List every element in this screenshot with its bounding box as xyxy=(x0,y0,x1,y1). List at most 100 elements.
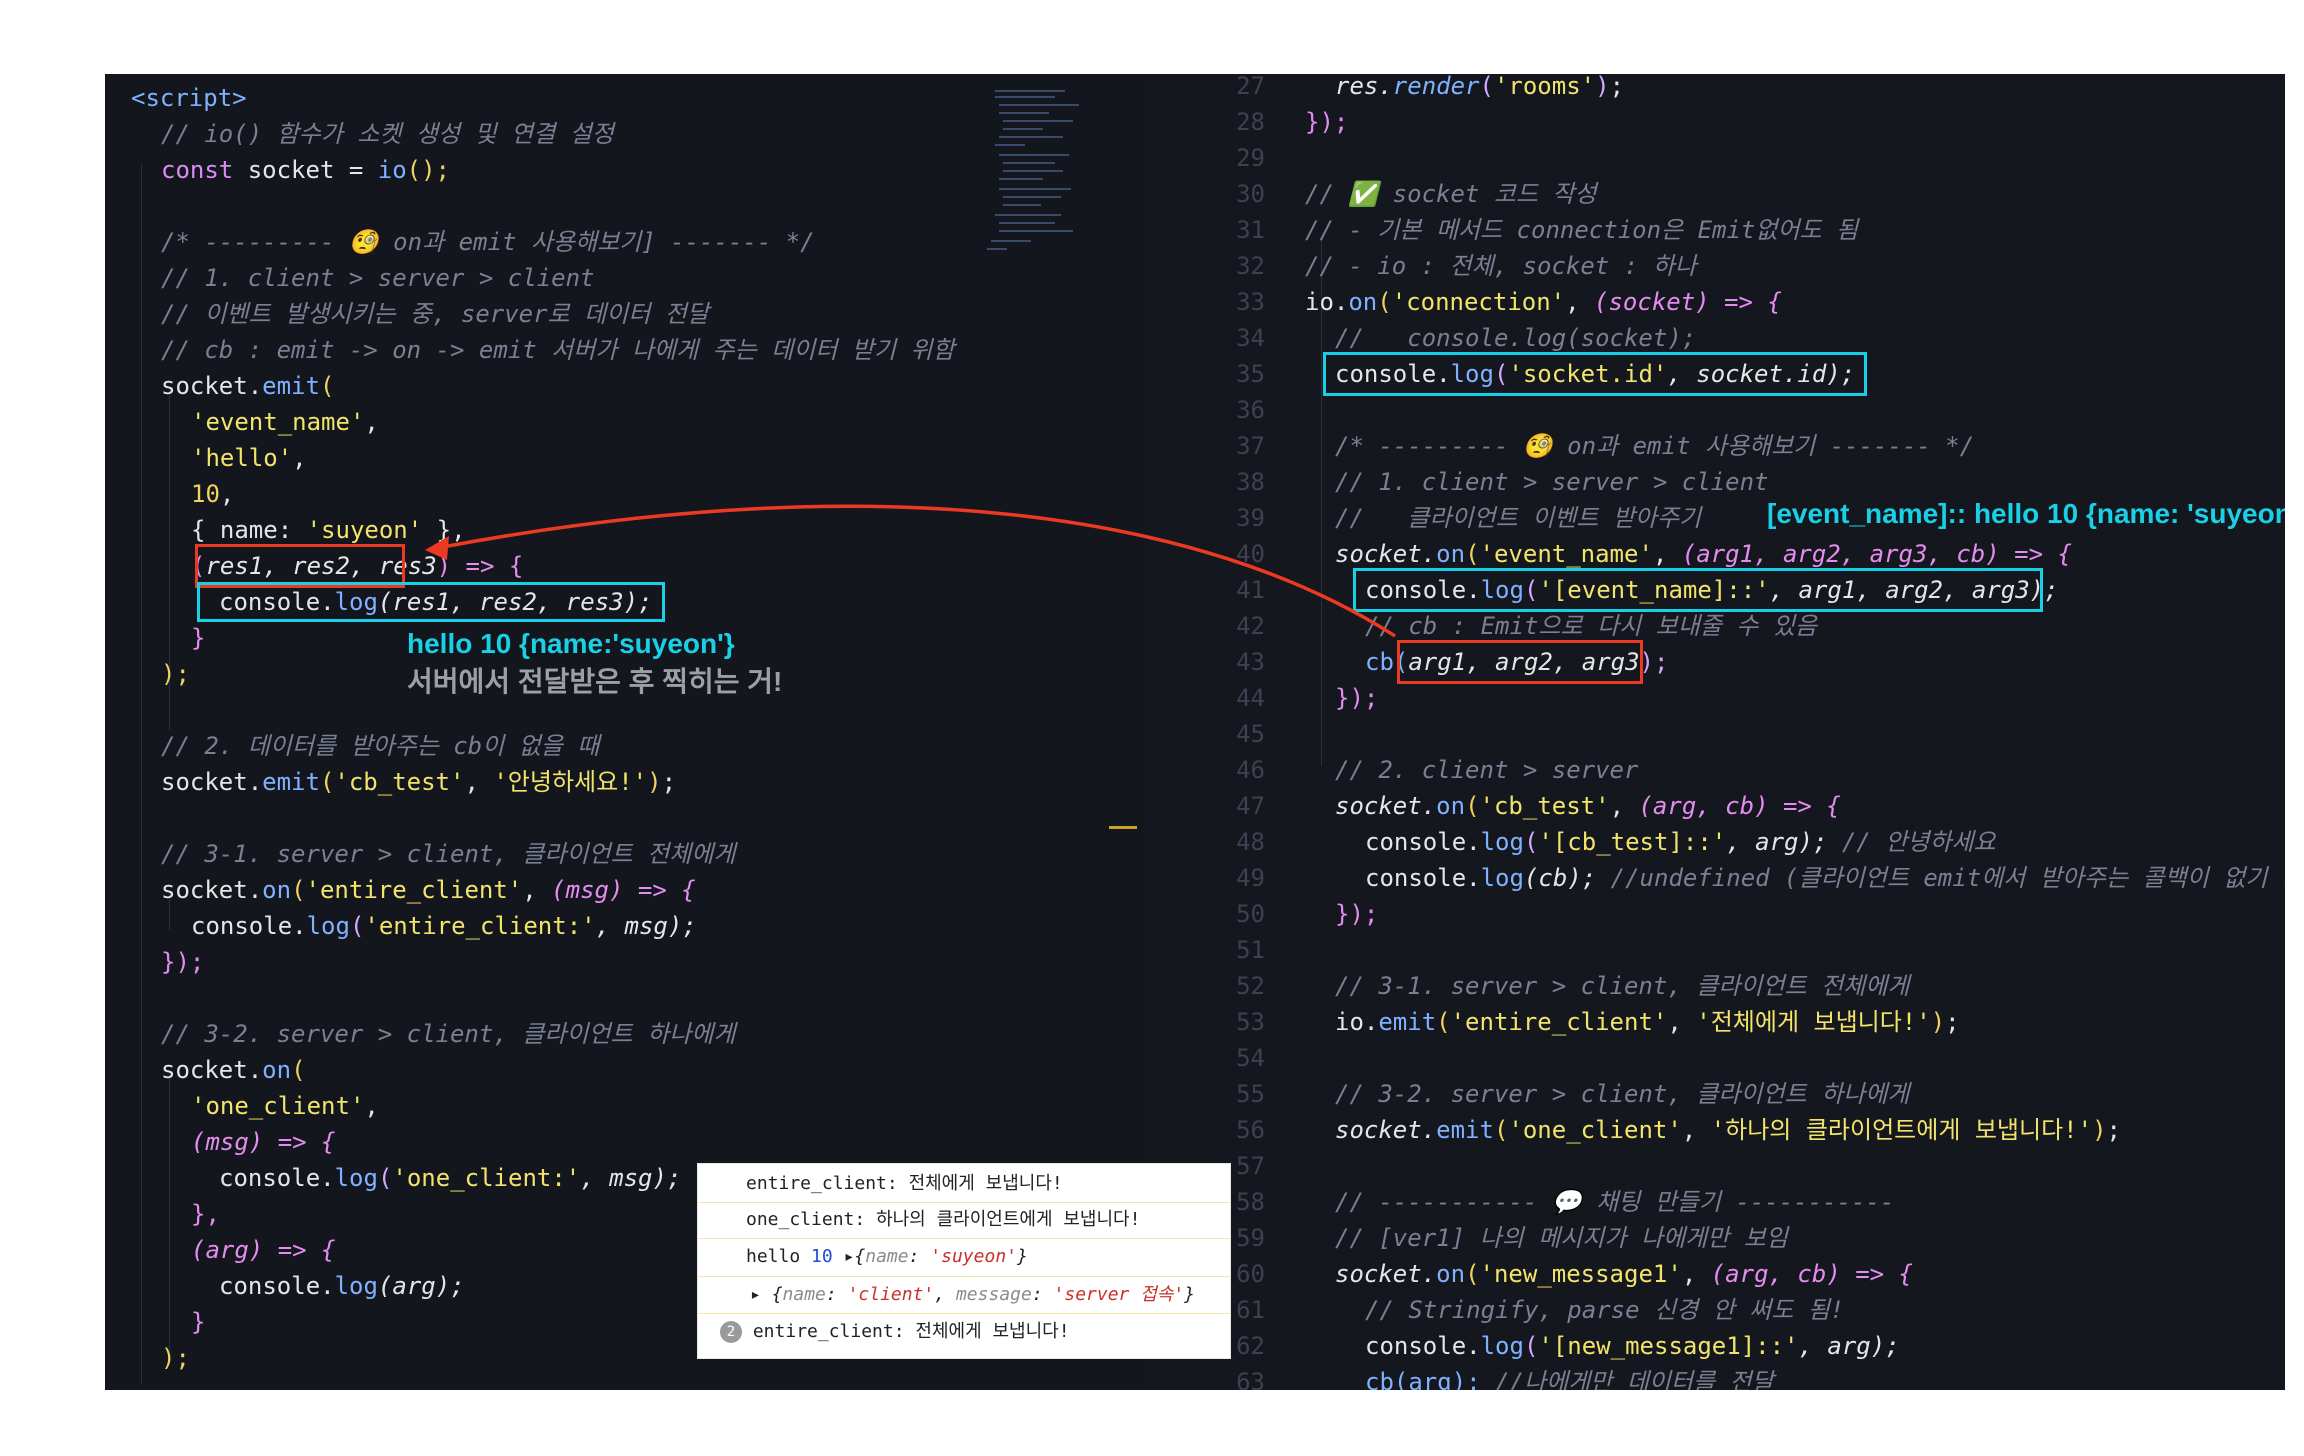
code-line: socket.emit('one_client', '하나의 클라이언트에게 보… xyxy=(1335,1116,2121,1144)
line-number: 49 xyxy=(1236,864,1265,892)
line-number: 63 xyxy=(1236,1368,1265,1390)
line-number: 39 xyxy=(1236,504,1265,532)
code-comment: // 2. client > server xyxy=(1335,756,1639,784)
code-line: }); xyxy=(1305,108,1349,136)
line-number: 41 xyxy=(1236,576,1265,604)
line-number: 31 xyxy=(1236,216,1265,244)
code-comment: // cb : Emit으로 다시 보내줄 수 있음 xyxy=(1365,612,1817,640)
code-line: }); xyxy=(1335,684,1379,712)
event-name-log-highlight xyxy=(1353,568,2043,612)
code-comment: // 2. 데이터를 받아주는 cb이 없을 때 xyxy=(161,732,600,760)
code-line: io.on('connection', (socket) => { xyxy=(1305,288,1782,316)
code-line: socket.on( xyxy=(161,1056,306,1084)
line-number: 54 xyxy=(1236,1044,1265,1072)
code-comment: // 3-2. server > client, 클라이언트 하나에게 xyxy=(1335,1080,1910,1108)
code-comment: // cb : emit -> on -> emit 서버가 나에게 주는 데이… xyxy=(161,336,955,364)
line-number: 40 xyxy=(1236,540,1265,568)
code-line: console.log('one_client:', msg); xyxy=(219,1164,682,1192)
code-comment: // console.log(socket); xyxy=(1335,324,1697,352)
line-number: 33 xyxy=(1236,288,1265,316)
line-number: 46 xyxy=(1236,756,1265,784)
line-number: 48 xyxy=(1236,828,1265,856)
code-line: console.log(cb); //undefined (클라이언트 emit… xyxy=(1365,864,2285,892)
code-line: 10, xyxy=(191,480,235,508)
left-note-annotation: 서버에서 전달받은 후 찍히는 거! xyxy=(407,666,783,697)
console-row: one_client: 하나의 클라이언트에게 보냅니다! xyxy=(746,1209,1141,1230)
code-line: socket.on('entire_client', (msg) => { xyxy=(161,876,696,904)
expand-triangle-icon[interactable]: ▸ xyxy=(750,1284,761,1305)
code-comment: // - io : 전체, socket : 하나 xyxy=(1305,252,1697,280)
code-comment: // 3-1. server > client, 클라이언트 전체에게 xyxy=(161,840,736,868)
code-line: 'hello', xyxy=(191,444,307,472)
code-line: io.emit('entire_client', '전체에게 보냅니다!'); xyxy=(1335,1008,1960,1036)
code-comment: // 1. client > server > client xyxy=(1335,468,1769,496)
code-line: cb(arg); //나에게만 데이터를 전달 xyxy=(1365,1368,1774,1390)
line-number: 52 xyxy=(1236,972,1265,1000)
line-number: 28 xyxy=(1236,108,1265,136)
right-output-annotation: [event_name]:: hello 10 {name: 'suyeon'} xyxy=(1767,498,2285,529)
code-comment: // ----------- 💬 채팅 만들기 ----------- xyxy=(1335,1188,1895,1216)
code-line: socket.emit( xyxy=(161,372,335,400)
code-comment: // 3-2. server > client, 클라이언트 하나에게 xyxy=(161,1020,736,1048)
console-log-highlight xyxy=(197,582,665,622)
line-number: 44 xyxy=(1236,684,1265,712)
console-row[interactable]: ▸ {name: 'client', message: 'server 접속'} xyxy=(750,1277,1282,1313)
code-line: res.render('rooms'); xyxy=(1335,74,1625,100)
line-number: 27 xyxy=(1236,74,1265,100)
console-row: 2 entire_client: 전체에게 보냅니다! xyxy=(720,1314,1252,1350)
console-row: hello 10 ▸{name: 'suyeon'} xyxy=(746,1246,1028,1267)
line-number: 38 xyxy=(1236,468,1265,496)
line-number: 53 xyxy=(1236,1008,1265,1036)
code-comment: // - 기본 메서드 connection은 Emit없어도 됨 xyxy=(1305,216,1859,244)
minimap[interactable] xyxy=(985,84,1095,264)
code-line: } xyxy=(191,624,206,652)
code-comment: /* --------- 🧐 on과 emit 사용해보기] ------- *… xyxy=(161,228,815,256)
line-number: 55 xyxy=(1236,1080,1265,1108)
code-line: (msg) => { xyxy=(191,1128,336,1156)
code-line: ); xyxy=(161,660,190,688)
socket-id-log-highlight xyxy=(1323,352,1867,396)
line-number: 29 xyxy=(1236,144,1265,172)
line-number: 37 xyxy=(1236,432,1265,460)
line-number: 36 xyxy=(1236,396,1265,424)
code-comment: // 3-1. server > client, 클라이언트 전체에게 xyxy=(1335,972,1910,1000)
code-line: console.log('entire_client:', msg); xyxy=(191,912,697,940)
repeat-count-badge: 2 xyxy=(720,1321,742,1343)
code-line: }); xyxy=(161,948,205,976)
console-row: entire_client: 전체에게 보냅니다! xyxy=(746,1173,1063,1194)
code-line: (arg) => { xyxy=(191,1236,336,1264)
code-comment: // 1. client > server > client xyxy=(161,264,595,292)
line-number: 47 xyxy=(1236,792,1265,820)
code-line: ); xyxy=(161,1344,190,1372)
line-number: 42 xyxy=(1236,612,1265,640)
line-number: 50 xyxy=(1236,900,1265,928)
code-line: } xyxy=(191,1308,206,1336)
code-line: socket.on('new_message1', (arg, cb) => { xyxy=(1335,1260,1914,1288)
code-line: 'event_name', xyxy=(191,408,379,436)
code-comment: // io() 함수가 소켓 생성 및 연결 설정 xyxy=(161,120,614,148)
expand-triangle-icon[interactable]: ▸ xyxy=(844,1246,855,1267)
code-line: socket.on('cb_test', (arg, cb) => { xyxy=(1335,792,1841,820)
line-number: 35 xyxy=(1236,360,1265,388)
code-comment: // ✅ socket 코드 작성 xyxy=(1305,180,1597,208)
code-line: console.log(arg); xyxy=(219,1272,465,1300)
script-tag: <script> xyxy=(131,84,247,112)
code-comment: // 클라이언트 이벤트 받아주기 xyxy=(1335,504,1702,532)
browser-console[interactable]: entire_client: 전체에게 보냅니다! one_client: 하나… xyxy=(698,1164,1230,1358)
code-comment: // Stringify, parse 신경 안 써도 됨! xyxy=(1365,1296,1845,1324)
code-line: { name: 'suyeon' }, xyxy=(191,516,466,544)
code-line: console.log('[cb_test]::', arg); // 안녕하세… xyxy=(1365,828,1996,856)
line-number: 32 xyxy=(1236,252,1265,280)
cb-args-highlight xyxy=(1397,640,1643,684)
line-number: 34 xyxy=(1236,324,1265,352)
code-line: const socket = io(); xyxy=(161,156,451,184)
code-line: 'one_client', xyxy=(191,1092,379,1120)
left-output-annotation: hello 10 {name:'suyeon'} xyxy=(407,628,735,659)
code-comment: // [ver1] 나의 메시지가 나에게만 보임 xyxy=(1335,1224,1788,1252)
server-code-pane[interactable]: 27 28 29 30 31 32 33 34 35 36 37 38 39 40 41 42 43 44 45 46… xyxy=(1145,74,2285,1390)
code-line: console.log('[new_message1]::', arg); xyxy=(1365,1332,1900,1360)
code-line: }); xyxy=(1335,900,1379,928)
code-line: socket.emit('cb_test', '안녕하세요!'); xyxy=(161,768,677,796)
line-number: 43 xyxy=(1236,648,1265,676)
line-number: 51 xyxy=(1236,936,1265,964)
